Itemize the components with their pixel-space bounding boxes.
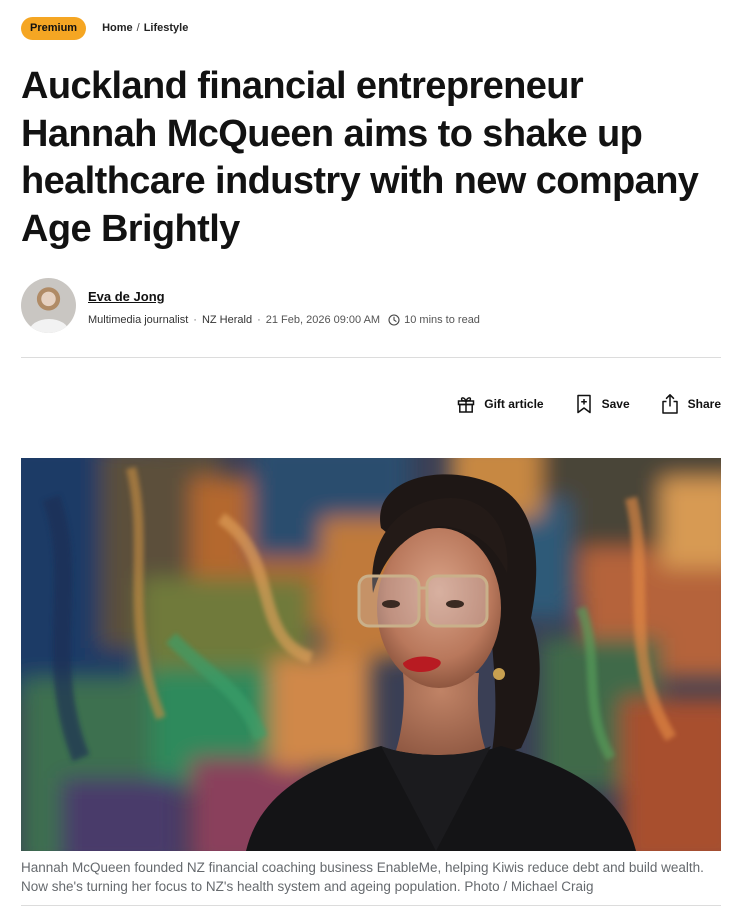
share-label: Share bbox=[687, 397, 721, 411]
share-icon bbox=[661, 394, 678, 414]
avatar-shoulders bbox=[29, 319, 69, 333]
save-button[interactable]: Save bbox=[574, 393, 630, 415]
gift-icon bbox=[458, 397, 475, 413]
article-headline: Auckland financial entrepreneur Hannah M… bbox=[21, 65, 699, 250]
author-avatar[interactable] bbox=[21, 278, 76, 333]
clock-icon bbox=[388, 313, 400, 326]
breadcrumb-lifestyle-link[interactable]: Lifestyle bbox=[144, 22, 189, 34]
gift-article-button[interactable]: Gift article bbox=[456, 394, 544, 414]
author-role: Multimedia journalist bbox=[88, 313, 189, 326]
publication-name: NZ Herald bbox=[201, 313, 253, 326]
byline-divider bbox=[21, 357, 721, 358]
gift-article-label: Gift article bbox=[484, 397, 544, 411]
caption-divider bbox=[21, 905, 721, 906]
bookmark-add-icon bbox=[576, 394, 591, 414]
meta-separator: · bbox=[193, 313, 197, 326]
article-topbar: Premium Home / Lifestyle bbox=[21, 16, 188, 40]
author-byline: Eva de Jong Multimedia journalist · NZ H… bbox=[21, 278, 480, 333]
breadcrumb-separator: / bbox=[136, 22, 140, 34]
hero-photo-illustration bbox=[21, 458, 721, 851]
byline-text: Eva de Jong Multimedia journalist · NZ H… bbox=[88, 288, 480, 326]
publish-date: 21 Feb, 2026 09:00 AM bbox=[265, 313, 381, 326]
article-actions: Gift article Save Share bbox=[456, 393, 721, 415]
photo-caption: Hannah McQueen founded NZ financial coac… bbox=[21, 860, 704, 894]
breadcrumb-home-link[interactable]: Home bbox=[102, 22, 133, 34]
author-name-link[interactable]: Eva de Jong bbox=[88, 289, 165, 304]
premium-badge: Premium bbox=[21, 16, 87, 40]
breadcrumb: Home / Lifestyle bbox=[102, 22, 188, 34]
share-button[interactable]: Share bbox=[660, 393, 721, 415]
read-time: 10 mins to read bbox=[404, 313, 480, 326]
save-label: Save bbox=[601, 397, 630, 411]
meta-separator: · bbox=[257, 313, 261, 326]
author-meta: Multimedia journalist · NZ Herald · 21 F… bbox=[88, 314, 480, 326]
hero-photo[interactable] bbox=[21, 458, 721, 851]
